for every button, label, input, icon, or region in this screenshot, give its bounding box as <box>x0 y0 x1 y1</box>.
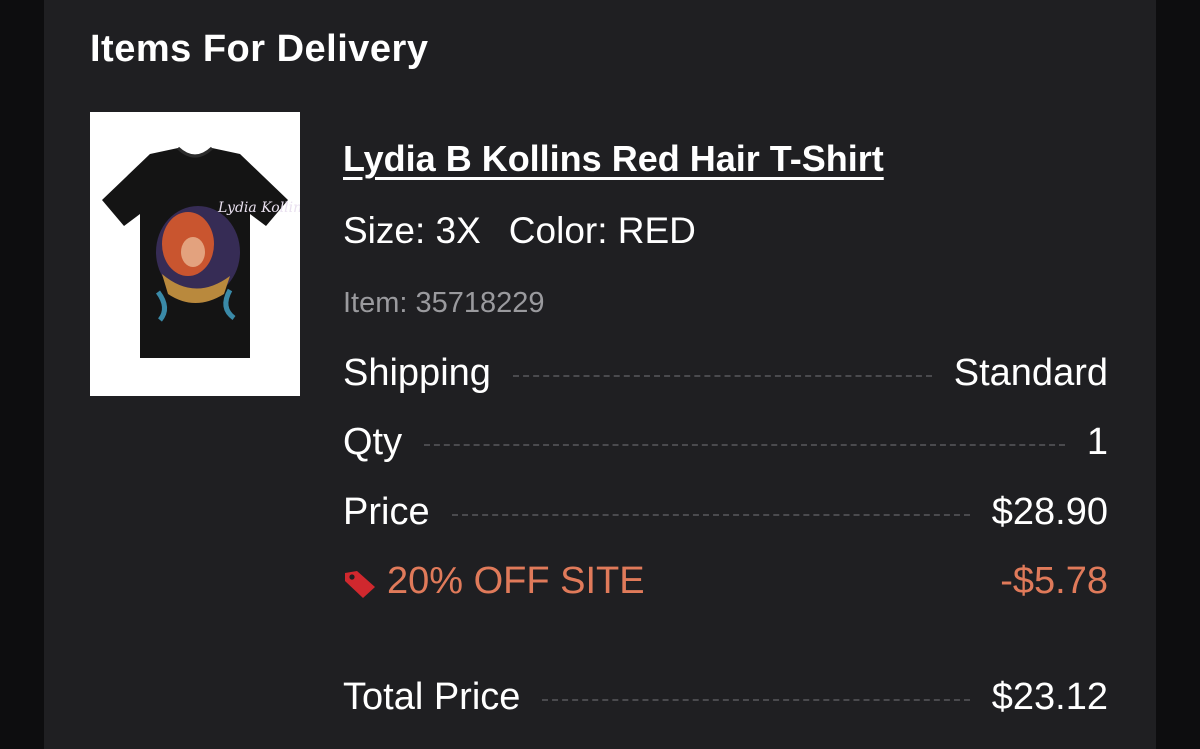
price-value: $28.90 <box>991 490 1108 533</box>
qty-value: 1 <box>1086 420 1108 463</box>
leader-dots <box>512 375 932 377</box>
price-row: Price $28.90 <box>343 488 1108 536</box>
shipping-value: Standard <box>953 351 1108 394</box>
leader-dots <box>542 699 970 701</box>
delivery-items-panel: Items For Delivery Lydia Kollins Lydia B… <box>44 0 1156 749</box>
qty-row: Qty 1 <box>343 418 1108 466</box>
tshirt-image: Lydia Kollins <box>102 146 300 358</box>
total-row: Total Price $23.12 <box>343 673 1108 721</box>
item-number: Item: 35718229 <box>343 287 545 319</box>
total-value: $23.12 <box>991 675 1108 718</box>
product-image[interactable]: Lydia Kollins <box>90 112 300 396</box>
size-value: Size: 3X <box>343 210 481 251</box>
color-value: Color: RED <box>508 210 696 251</box>
shipping-row: Shipping Standard <box>343 349 1108 397</box>
leader-dots <box>667 583 979 585</box>
total-label: Total Price <box>343 675 521 718</box>
product-attributes: Size: 3X Color: RED <box>343 210 696 252</box>
discount-value: -$5.78 <box>1000 559 1108 602</box>
price-label: Price <box>343 490 430 533</box>
tag-icon <box>343 566 377 598</box>
qty-label: Qty <box>343 420 403 463</box>
product-name-link[interactable]: Lydia B Kollins Red Hair T-Shirt <box>343 138 884 180</box>
leader-dots <box>451 514 970 516</box>
tshirt-graphic-text: Lydia Kollins <box>217 200 300 216</box>
discount-row: 20% OFF SITE -$5.78 <box>343 557 1108 605</box>
section-title: Items For Delivery <box>90 28 429 70</box>
discount-label: 20% OFF SITE <box>387 559 645 602</box>
shipping-label: Shipping <box>343 351 491 394</box>
leader-dots <box>424 444 1065 446</box>
